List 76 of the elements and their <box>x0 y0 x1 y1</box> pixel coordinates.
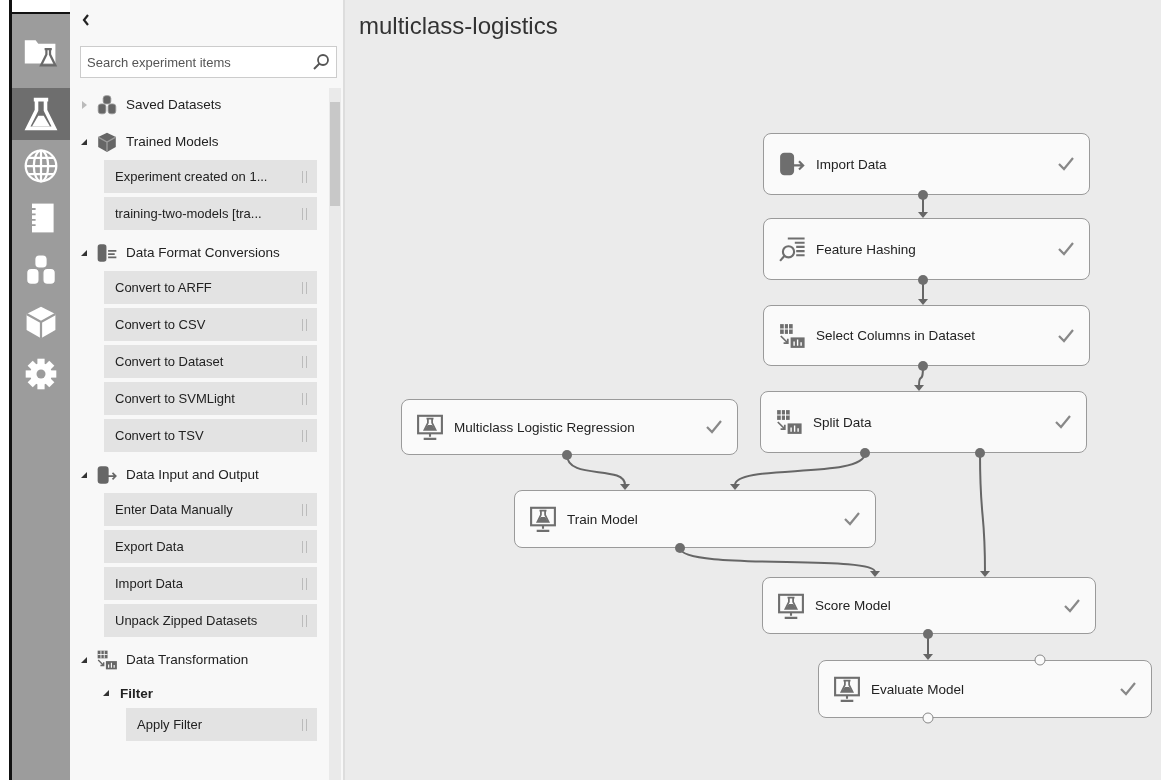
cylinder-list-icon <box>96 241 118 264</box>
module-node[interactable]: Import Data <box>763 133 1090 195</box>
drag-handle-icon[interactable] <box>302 614 307 627</box>
module-item[interactable]: Unpack Zipped Datasets <box>104 604 317 637</box>
drag-handle-icon[interactable] <box>302 429 307 442</box>
unconnected-port[interactable] <box>1034 654 1046 666</box>
category-label[interactable]: Data Input and Output <box>126 467 259 482</box>
module-item[interactable]: Convert to CSV <box>104 308 317 341</box>
cube-icon <box>96 130 118 153</box>
unconnected-port[interactable] <box>922 712 934 724</box>
output-port[interactable] <box>918 361 928 371</box>
drag-handle-icon[interactable] <box>302 318 307 331</box>
drag-handle-icon[interactable] <box>302 540 307 553</box>
module-node[interactable]: Split Data <box>760 391 1087 453</box>
scrollbar[interactable] <box>329 88 341 780</box>
drag-handle-icon[interactable] <box>302 392 307 405</box>
expander-icon[interactable] <box>80 470 88 479</box>
module-item[interactable]: Apply Filter <box>126 708 317 741</box>
category-label[interactable]: Data Transformation <box>126 652 249 667</box>
cylinders-icon <box>96 93 118 116</box>
search-field[interactable]: Search experiment items <box>80 46 337 78</box>
output-port[interactable] <box>860 448 870 458</box>
subcategory-label[interactable]: Filter <box>120 685 153 701</box>
drag-handle-icon[interactable] <box>302 503 307 516</box>
module-item[interactable]: Import Data <box>104 567 317 600</box>
output-port[interactable] <box>562 450 572 460</box>
module-node[interactable]: Multiclass Logistic Regression <box>401 399 738 455</box>
experiment-title: multiclass-logistics <box>359 12 558 40</box>
output-port[interactable] <box>923 629 933 639</box>
drag-handle-icon[interactable] <box>302 577 307 590</box>
expander-icon[interactable] <box>80 248 88 257</box>
module-node[interactable]: Score Model <box>762 577 1096 634</box>
module-item[interactable]: Convert to Dataset <box>104 345 317 378</box>
module-item[interactable]: Convert to TSV <box>104 419 317 452</box>
flask-icon <box>23 96 59 132</box>
category-label[interactable]: Trained Models <box>126 134 219 149</box>
module-item[interactable]: Enter Data Manually <box>104 493 317 526</box>
module-node[interactable]: Feature Hashing <box>763 218 1090 280</box>
expander-icon[interactable] <box>80 137 88 146</box>
expander-icon[interactable] <box>102 689 110 697</box>
table-chart-icon <box>775 408 803 436</box>
drag-handle-icon[interactable] <box>302 355 307 368</box>
table-chart-icon <box>96 648 118 671</box>
output-port[interactable] <box>975 448 985 458</box>
table-chart-icon <box>778 321 806 350</box>
expander-icon[interactable] <box>80 655 88 664</box>
drag-handle-icon[interactable] <box>302 281 307 294</box>
table-search-icon <box>778 235 806 263</box>
module-item[interactable]: Convert to ARFF <box>104 271 317 304</box>
nav-rail-item[interactable] <box>12 88 70 140</box>
module-item[interactable]: Export Data <box>104 530 317 563</box>
globe-icon <box>23 148 59 184</box>
module-item[interactable]: Convert to SVMLight <box>104 382 317 415</box>
cylinder-arrow-icon <box>778 150 806 178</box>
category-label[interactable]: Data Format Conversions <box>126 245 280 260</box>
output-port[interactable] <box>675 543 685 553</box>
category-label[interactable]: Saved Datasets <box>126 97 222 112</box>
chevron-left-icon[interactable] <box>82 14 90 26</box>
output-port[interactable] <box>918 275 928 285</box>
drag-handle-icon[interactable] <box>302 170 307 183</box>
monitor-flask-icon <box>416 413 444 441</box>
module-node[interactable]: Train Model <box>514 490 876 548</box>
monitor-flask-icon <box>529 505 557 533</box>
output-port[interactable] <box>918 190 928 200</box>
module-item[interactable]: Experiment created on 1... <box>104 160 317 193</box>
settings-icon <box>23 356 59 392</box>
module-node[interactable]: Evaluate Model <box>818 660 1152 718</box>
module-node[interactable]: Select Columns in Dataset <box>763 305 1090 366</box>
monitor-flask-icon <box>777 591 805 620</box>
monitor-flask-icon <box>833 675 861 703</box>
search-icon[interactable] <box>312 53 330 71</box>
cube-icon <box>23 304 59 340</box>
drag-handle-icon[interactable] <box>302 718 307 731</box>
cylinder-arrow-icon <box>96 463 118 486</box>
drag-handle-icon[interactable] <box>302 207 307 220</box>
module-item[interactable]: training-two-models [tra... <box>104 197 317 230</box>
